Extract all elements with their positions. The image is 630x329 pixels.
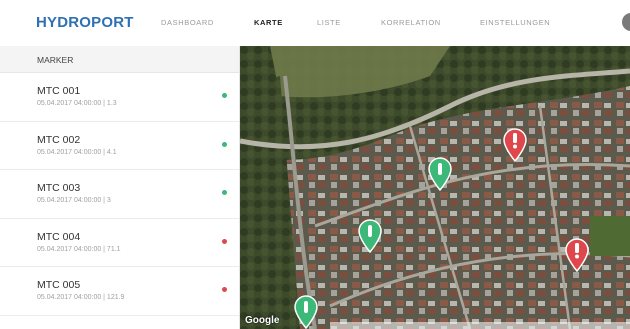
app-logo[interactable]: HYDROPORT [36, 14, 134, 31]
satellite-map[interactable]: Google [240, 46, 630, 329]
marker-list-item-5[interactable]: MTC 005 05.04.2017 04:00:00 | 121.9 [0, 267, 239, 316]
marker-sidebar: MARKER MTC 001 05.04.2017 04:00:00 | 1.3… [0, 46, 240, 329]
google-attribution-logo[interactable]: Google [245, 315, 279, 326]
nav-liste[interactable]: LISTE [317, 18, 341, 27]
nav-dashboard[interactable]: DASHBOARD [161, 18, 214, 27]
map-pin-ok[interactable] [427, 157, 453, 191]
map-pin-alert[interactable] [564, 238, 590, 272]
nav-karte[interactable]: KARTE [254, 18, 283, 27]
status-ok-dot [222, 190, 227, 195]
status-alert-dot [222, 238, 227, 244]
nav-korrelation[interactable]: KORRELATION [381, 18, 441, 27]
marker-meta: 05.04.2017 04:00:00 | 4.1 [37, 148, 117, 156]
marker-name: MTC 001 [37, 85, 81, 97]
marker-name: MTC 004 [37, 230, 81, 243]
marker-meta: 05.04.2017 04:00:00 | 1.3 [37, 100, 117, 107]
map-pin-ok[interactable] [293, 295, 319, 329]
sidebar-title: MARKER [0, 46, 239, 73]
marker-name: MTC 003 [37, 182, 81, 194]
status-ok-dot [222, 141, 227, 147]
status-ok-dot [222, 93, 227, 98]
status-alert-dot [222, 287, 227, 292]
map-pin-alert[interactable] [502, 128, 528, 162]
map-pin-ok[interactable] [357, 219, 383, 253]
marker-list-item-3[interactable]: MTC 003 05.04.2017 04:00:00 | 3 [0, 170, 239, 219]
user-avatar[interactable] [622, 13, 630, 31]
nav-einstellungen[interactable]: EINSTELLUNGEN [480, 18, 550, 27]
marker-name: MTC 005 [37, 279, 81, 291]
marker-meta: 05.04.2017 04:00:00 | 3 [37, 197, 111, 204]
marker-meta: 05.04.2017 04:00:00 | 71.1 [37, 245, 121, 253]
marker-name: MTC 002 [37, 133, 81, 146]
marker-list-item-2[interactable]: MTC 002 05.04.2017 04:00:00 | 4.1 [0, 122, 239, 170]
marker-meta: 05.04.2017 04:00:00 | 121.9 [37, 294, 125, 301]
top-header: HYDROPORT DASHBOARD KARTE LISTE KORRELAT… [0, 0, 630, 46]
marker-list-item-4[interactable]: MTC 004 05.04.2017 04:00:00 | 71.1 [0, 219, 239, 267]
marker-list-item-1[interactable]: MTC 001 05.04.2017 04:00:00 | 1.3 [0, 73, 239, 122]
